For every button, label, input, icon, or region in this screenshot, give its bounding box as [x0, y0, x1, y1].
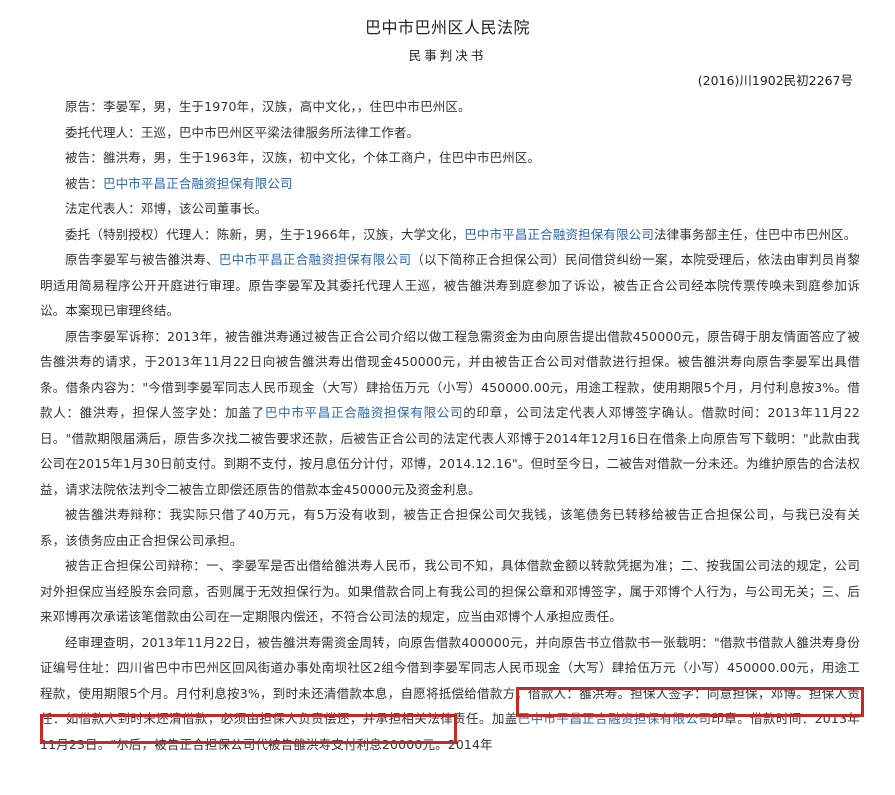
special-agent-info: 委托（特别授权）代理人：陈新，男，生于1966年，汉族，大学文化，巴中市平昌正合… [40, 222, 860, 248]
case-number: (2016)川1902民初2267号 [697, 73, 853, 88]
company-link[interactable]: 巴中市平昌正合融资担保有限公司 [518, 711, 712, 726]
company-link[interactable]: 巴中市平昌正合融资担保有限公司 [103, 176, 293, 191]
document-type: 民事判决书 [408, 48, 487, 63]
case-overview: 原告李晏军与被告雒洪寿、巴中市平昌正合融资担保有限公司（以下简称正合担保公司）民… [40, 247, 860, 324]
defendant-label: 被告： [65, 175, 103, 191]
court-title: 巴中市巴州区人民法院 [364, 18, 530, 37]
defendant-2-info: 被告：巴中市平昌正合融资担保有限公司 [40, 171, 860, 197]
defendant-2-defense: 被告正合担保公司辩称：一、李晏军是否出借给雒洪寿人民币，我公司不知，具体借款金额… [40, 558, 860, 624]
judgment-body: 原告：李晏军，男，生于1970年，汉族，高中文化，，住巴中市巴州区。 委托代理人… [40, 94, 860, 757]
defendant-1-info: 被告：雒洪寿，男，生于1963年，汉族，初中文化，个体工商户，住巴中市巴州区。 [65, 150, 541, 165]
special-agent-text: 委托（特别授权）代理人：陈新，男，生于1966年，汉族，大学文化， [65, 226, 465, 242]
company-link[interactable]: 巴中市平昌正合融资担保有限公司 [464, 227, 654, 242]
special-agent-text-2: 法律事务部主任，住巴中市巴州区。 [654, 226, 857, 242]
findings: 经审理查明，2013年11月22日，被告雒洪寿需资金周转，向原告借款400000… [40, 630, 860, 758]
overview-text: 原告李晏军与被告雒洪寿、 [65, 252, 219, 267]
legal-rep-info: 法定代表人：邓博，该公司董事长。 [65, 201, 268, 216]
plaintiff-claim: 原告李晏军诉称：2013年，被告雒洪寿通过被告正合公司介绍以做工程急需资金为由向… [40, 324, 860, 503]
company-link[interactable]: 巴中市平昌正合融资担保有限公司 [265, 405, 463, 420]
agent-info: 委托代理人：王巡，巴中市巴州区平梁法律服务所法律工作者。 [65, 124, 420, 140]
company-link[interactable]: 巴中市平昌正合融资担保有限公司 [219, 252, 411, 267]
judgment-page: 巴中市巴州区人民法院 民事判决书 (2016)川1902民初2267号 原告：李… [0, 0, 895, 795]
plaintiff-info: 原告：李晏军，男，生于1970年，汉族，高中文化，，住巴中市巴州区。 [65, 99, 471, 114]
defendant-1-defense: 被告雒洪寿辩称：我实际只借了40万元，有5万没有收到，被告正合担保公司欠我钱，该… [40, 507, 860, 548]
